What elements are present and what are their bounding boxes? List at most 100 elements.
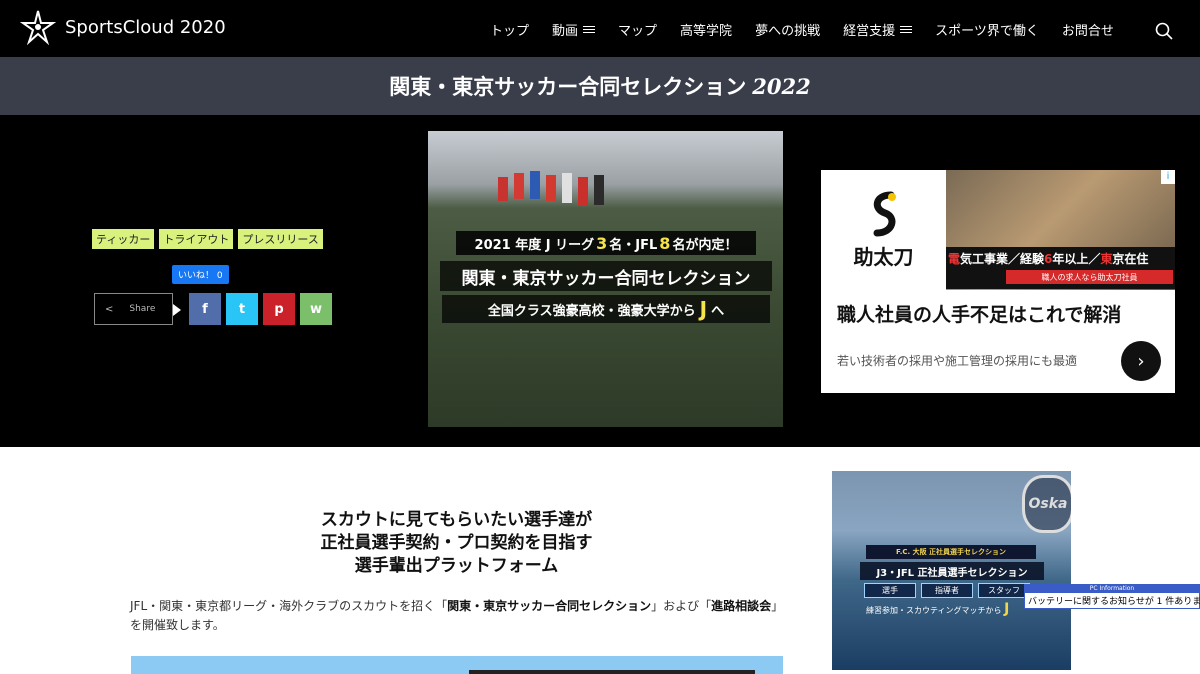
tag-press-release[interactable]: プレスリリース <box>238 229 323 249</box>
pinterest-share-button[interactable]: p <box>263 293 295 325</box>
caption-text: 全国クラス強豪高校・強豪大学から <box>487 303 696 319</box>
nav-item[interactable]: 夢への挑戦 <box>755 20 820 39</box>
lead-line: 選手輩出プラットフォーム <box>354 556 559 576</box>
players-photo <box>498 171 604 205</box>
menu-icon <box>900 24 913 35</box>
share-button[interactable]: < Share <box>94 293 181 325</box>
ad-highlight: 電 <box>948 252 961 266</box>
content-video-edge <box>469 670 755 674</box>
nav-item[interactable]: マップ <box>618 20 657 39</box>
pinterest-icon: p <box>274 301 284 317</box>
ad-text: 京在住 <box>1112 252 1149 266</box>
nav-item-label: 経営支援 <box>843 24 896 39</box>
intro-text: JFL・関東・東京都リーグ・海外クラブのスカウトを招く「 <box>130 599 448 613</box>
intro-paragraph: JFL・関東・東京都リーグ・海外クラブのスカウトを招く「関東・東京サッカー合同セ… <box>130 597 790 635</box>
nav-item-label: マップ <box>618 24 658 39</box>
hero-caption-title: 関東・東京サッカー合同セレクション <box>440 261 772 291</box>
ad-logo: 助太刀 <box>821 170 946 290</box>
nav-item[interactable]: トップ <box>490 20 529 39</box>
hero-section: ティッカー トライアウト プレスリリース いいね！ 0 < Share f t … <box>0 115 1200 447</box>
sidebar-banner-caption: 練習参加・スカウティングマッチから J <box>866 601 1009 617</box>
intro-bold: 進路相談会 <box>711 599 772 613</box>
ad-photo-line2: 職人の求人なら助太刀社員 <box>1006 270 1173 284</box>
sidebar-banner-title: J3・JFL 正社員選手セレクション <box>860 562 1044 580</box>
ad-text: 年以上／ <box>1052 252 1101 266</box>
caption-text: へ <box>711 303 725 319</box>
caption-number: 8 <box>659 233 671 253</box>
ad-brand: 助太刀 <box>853 244 914 269</box>
lead-line: スカウトに見てもらいたい選手達が <box>320 510 593 530</box>
tag-list: ティッカー トライアウト プレスリリース <box>92 229 328 249</box>
site-logo-text: SportsCloud 2020 <box>65 16 226 38</box>
fc-osaka-badge: Oska <box>1022 475 1071 533</box>
site-header: SportsCloud 2020 トップ 動画 マップ 高等学院 夢への挑戦 経営支援 スポ… <box>0 0 1200 57</box>
title-band: 関東・東京サッカー合同セレクション 2022 <box>0 57 1200 115</box>
page-title: 関東・東京サッカー合同セレクション 2022 <box>389 71 810 101</box>
nav-item[interactable]: 動画 <box>552 20 596 39</box>
lead-text: スカウトに見てもらいたい選手達が 正社員選手契約・プロ契約を目指す 選手輩出プラ… <box>130 509 783 578</box>
pc-information-popup[interactable]: PC Information バッテリーに関するお知らせが 1 件あります <box>1024 584 1200 609</box>
nav-item-label: トップ <box>490 24 530 39</box>
pill-coach: 指導者 <box>921 583 973 598</box>
site-logo[interactable]: SportsCloud 2020 <box>20 9 226 45</box>
nav-item[interactable]: 高等学院 <box>680 20 732 39</box>
tag-ticker[interactable]: ティッカー <box>92 229 155 249</box>
share-label: Share <box>129 304 156 314</box>
menu-icon <box>583 24 596 35</box>
pc-information-message: バッテリーに関するお知らせが 1 件あります <box>1028 597 1200 607</box>
page-title-main: 関東・東京サッカー合同セレクション <box>389 75 747 99</box>
caption-text: 練習参加・スカウティングマッチから <box>866 606 1002 615</box>
nav-item-label: 動画 <box>552 24 579 39</box>
tag-tryout[interactable]: トライアウト <box>159 229 234 249</box>
ad-subtext: 若い技術者の採用や施工管理の採用にも最適 <box>837 354 1078 368</box>
like-label: いいね！ 0 <box>178 271 223 281</box>
caption-text: 名が内定！ <box>672 237 738 253</box>
nav-item-label: 高等学院 <box>680 24 733 39</box>
pill-staff: スタッフ <box>978 583 1030 598</box>
main-nav: トップ 動画 マップ 高等学院 夢への挑戦 経営支援 スポーツ界で働く お問合せ <box>490 20 1137 39</box>
intro-bold: 関東・東京サッカー合同セレクション <box>447 599 652 613</box>
ad-photo-line1: 電気工事業／経験6年以上／東京在住 <box>948 250 1148 267</box>
facebook-like-button[interactable]: いいね！ 0 <box>172 265 229 284</box>
sukedachi-logo-icon <box>873 191 896 236</box>
twitter-icon: t <box>238 301 246 317</box>
nav-item-label: 夢への挑戦 <box>755 24 821 39</box>
ad-photo: 電気工事業／経験6年以上／東京在住 職人の求人なら助太刀社員 i <box>946 170 1175 290</box>
search-icon[interactable] <box>1155 22 1173 40</box>
advertisement[interactable]: 助太刀 電気工事業／経験6年以上／東京在住 職人の求人なら助太刀社員 i 職人社… <box>821 170 1175 393</box>
share-row: < Share f t p w <box>94 293 332 325</box>
hero-caption-results: 2021 年度 J リーグ 3 名・JFL 8 名が内定！ <box>456 231 756 255</box>
facebook-share-button[interactable]: f <box>189 293 221 325</box>
nav-item[interactable]: お問合せ <box>1062 20 1114 39</box>
ad-text: 気工事業／経験 <box>960 252 1045 266</box>
chevron-right-icon: › <box>1137 350 1145 372</box>
sidebar-banner-strip: F.C. 大阪 正社員選手セレクション <box>866 545 1036 559</box>
caption-text: 名・JFL <box>609 237 658 253</box>
facebook-icon: f <box>202 301 208 317</box>
ad-highlight: 東 <box>1100 252 1113 266</box>
pc-information-title: PC Information <box>1025 585 1199 593</box>
hero-image[interactable]: 2021 年度 J リーグ 3 名・JFL 8 名が内定！ 関東・東京サッカー合同セレク… <box>428 131 783 427</box>
nav-item-label: お問合せ <box>1061 24 1114 39</box>
caption-j: J <box>699 297 708 321</box>
nav-item[interactable]: 経営支援 <box>843 20 913 39</box>
intro-text: 」および「 <box>651 599 712 613</box>
ad-headline: 職人社員の人手不足はこれで解消 <box>837 304 1122 326</box>
ad-arrow-button[interactable]: › <box>1121 341 1161 381</box>
share-icon: < <box>105 303 114 315</box>
adchoices-icon[interactable]: i <box>1161 170 1175 184</box>
twitter-share-button[interactable]: t <box>226 293 258 325</box>
caption-j: J <box>1004 601 1010 617</box>
page-title-year: 2022 <box>752 74 811 99</box>
star-logo-icon <box>20 10 56 45</box>
lead-line: 正社員選手契約・プロ契約を目指す <box>320 533 593 553</box>
whatsapp-share-button[interactable]: w <box>300 293 332 325</box>
sidebar-banner[interactable]: Oska F.C. 大阪 正社員選手セレクション J3・JFL 正社員選手セレク… <box>832 471 1071 670</box>
nav-item[interactable]: スポーツ界で働く <box>935 20 1039 39</box>
hero-caption-sub: 全国クラス強豪高校・強豪大学から J へ <box>442 295 770 323</box>
nav-item-label: スポーツ界で働く <box>935 24 1039 39</box>
pill-player: 選手 <box>864 583 916 598</box>
whatsapp-icon: w <box>309 301 322 317</box>
sidebar-banner-pills: 選手 指導者 スタッフ <box>864 583 1035 598</box>
caption-number: 3 <box>596 233 608 253</box>
